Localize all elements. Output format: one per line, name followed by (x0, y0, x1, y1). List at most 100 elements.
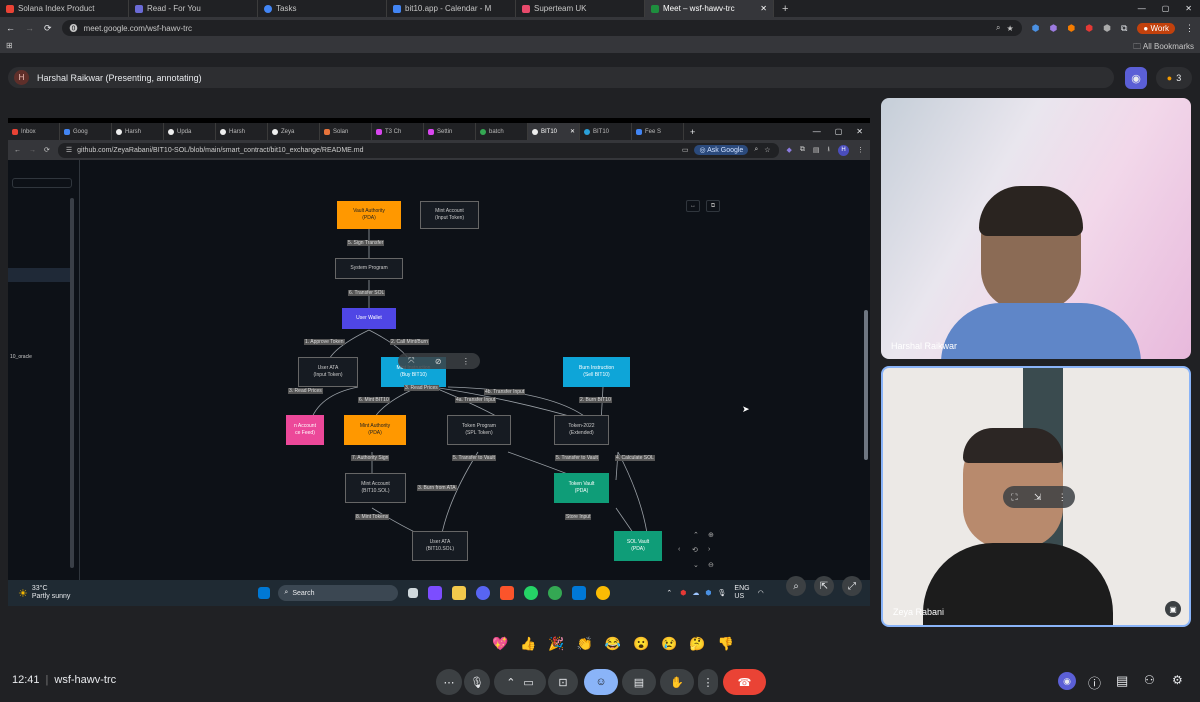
browser-tab[interactable]: Solana Index Product (0, 0, 129, 17)
zoom-in-button[interactable]: ⌕ (786, 576, 806, 596)
reaction-thinking[interactable]: 🤔 (689, 636, 705, 656)
reload-icon: ⟳ (44, 147, 50, 154)
reaction-clap[interactable]: 👏 (577, 636, 593, 656)
shared-screen: Inbox Goog Harsh Upda Harsh Zeya Solan T… (8, 118, 870, 606)
extension-icon[interactable]: ⬢ (1067, 23, 1075, 34)
weather-widget: 33°C Partly sunny (31, 585, 71, 600)
shared-tab: Harsh (112, 123, 164, 140)
meeting-details-icon[interactable]: ⓘ (1088, 673, 1101, 692)
video-options-button[interactable]: ⌃ ▭ (494, 669, 546, 695)
file-tree-sidebar: 10_oracle (8, 160, 80, 580)
github-icon (168, 128, 174, 135)
back-icon[interactable]: ← (6, 23, 15, 33)
maximize-window-icon[interactable]: ▢ (1154, 4, 1178, 13)
captions-button[interactable]: ▤ (622, 669, 656, 695)
fullscreen-button[interactable]: ⤢ (842, 576, 862, 596)
pop-out-button[interactable]: ⇱ (814, 576, 834, 596)
forward-icon[interactable]: → (25, 23, 34, 33)
pip-icon[interactable]: ▣ (1165, 601, 1181, 617)
site-info-icon[interactable]: ⓿ (70, 23, 78, 34)
reading-list-icon: ▤ (812, 147, 820, 154)
node-system-program: System Program (335, 258, 403, 279)
more-menu-icon[interactable]: ⋮ (1185, 23, 1194, 34)
reaction-thumbs-down[interactable]: 👎 (718, 636, 734, 656)
reaction-surprised[interactable]: 😮 (633, 636, 649, 656)
edge-label: 5. Transfer to Vault (555, 455, 599, 461)
edge-label: 2. Burn BIT10 (579, 397, 612, 403)
extension-icon: ◆ (786, 147, 792, 154)
more-options-button[interactable]: ⋮ (698, 669, 718, 695)
browser-tab[interactable]: bit10.app - Calendar - M (387, 0, 516, 17)
solana-icon (324, 128, 330, 135)
edge-label: 5. Sign Transfer (347, 240, 385, 246)
close-tab-icon[interactable]: ✕ (760, 4, 767, 13)
vscode-icon (572, 586, 587, 600)
reactions-button[interactable]: ☺ (584, 669, 618, 695)
people-icon[interactable]: ⚇ (1144, 673, 1155, 687)
ask-google-button: ◎ Ask Google (694, 145, 749, 155)
meet-companion-icon[interactable]: ◉ (1125, 67, 1147, 89)
minimize-window-icon[interactable]: — (1130, 4, 1154, 13)
shared-tab: Fee S (632, 123, 684, 140)
participants-button[interactable]: ● 3 (1156, 67, 1192, 89)
new-tab-button[interactable]: + (774, 3, 796, 15)
address-bar[interactable]: ⓿ meet.google.com/wsf-hawv-trc ⌕ ★ (61, 20, 1022, 36)
apps-grid-icon[interactable]: ⊞ (6, 41, 13, 50)
avatar: H (14, 70, 29, 85)
zoom-icon[interactable]: ⌕ (996, 23, 1000, 33)
activities-icon[interactable]: ⚙ (1172, 673, 1183, 687)
more-reactions-button[interactable]: ⋯ (436, 669, 462, 695)
participant-tile[interactable]: ⛶ ⇲ ⋮ Zeya Rabani ▣ (881, 366, 1191, 627)
reaction-laugh[interactable]: 😂 (605, 636, 621, 656)
participant-tile[interactable]: Harshal Raikwar (881, 98, 1191, 359)
superteam-icon (522, 4, 530, 13)
browser-tab[interactable]: Superteam UK (516, 0, 645, 17)
edge-label: 1. Approve Token (304, 339, 345, 345)
all-bookmarks-button[interactable]: 🗀 All Bookmarks (1133, 41, 1194, 55)
bookmark-star-icon[interactable]: ★ (1007, 24, 1014, 33)
extension-icon[interactable]: ⬢ (1032, 23, 1040, 34)
present-button[interactable]: ⊡ (548, 669, 578, 695)
copilot-icon (428, 586, 443, 600)
reaction-sad[interactable]: 😢 (661, 636, 677, 656)
close-window-icon[interactable]: ✕ (1177, 4, 1200, 13)
mouse-cursor-icon: ➤ (742, 404, 750, 414)
zoom-out-icon: ⊖ (708, 562, 714, 569)
browser-tab-active[interactable]: Meet – wsf-hawv-trc ✕ (645, 0, 774, 17)
close-window-icon: ✕ (856, 127, 863, 136)
edge-label: 4a. Transfer Input (455, 397, 497, 403)
extension-icon[interactable]: ⬢ (1085, 23, 1093, 34)
leave-call-button[interactable]: ☎ (723, 669, 766, 695)
reload-icon[interactable]: ⟳ (44, 23, 52, 34)
edge-label: 3. Read Prices (404, 385, 439, 391)
extension-icon[interactable]: ⬢ (1103, 23, 1111, 34)
chat-icon[interactable]: ▤ (1116, 673, 1128, 689)
github-icon (532, 128, 538, 135)
shared-tab: Zeya (268, 123, 320, 140)
browser-tab[interactable]: Tasks (258, 0, 387, 17)
extension-icon[interactable]: ⬢ (1050, 23, 1058, 34)
node-mint-authority: Mint Authority (PDA) (344, 415, 406, 445)
raise-hand-button[interactable]: ✋ (660, 669, 694, 695)
microphone-button[interactable]: 🎙 (464, 669, 490, 695)
github-icon (272, 128, 278, 135)
reaction-party[interactable]: 🎉 (548, 636, 564, 656)
expand-diagram-icon: ↔ (686, 200, 700, 212)
github-icon (220, 128, 226, 135)
edge-label: 6. Transfer SOL (348, 290, 386, 296)
more-options-icon[interactable]: ⋮ (1058, 492, 1067, 503)
reaction-heart[interactable]: 💖 (492, 636, 508, 656)
frame-icon[interactable]: ⛶ (1011, 492, 1017, 503)
chrome-icon (480, 128, 486, 135)
shared-tab: Goog (60, 123, 112, 140)
emoji-icon: ☺ (595, 676, 607, 688)
meet-companion-icon[interactable]: ◉ (1058, 672, 1076, 690)
task-view-icon (408, 588, 419, 598)
bookmark-star-icon: ☆ (764, 147, 771, 154)
reaction-thumbs-up[interactable]: 👍 (520, 636, 536, 656)
extensions-puzzle-icon[interactable]: ⧉ (1121, 23, 1127, 34)
pin-icon[interactable]: ⇲ (1034, 492, 1042, 503)
browser-tab[interactable]: Read - For You (129, 0, 258, 17)
profile-button[interactable]: ● Work (1137, 22, 1175, 34)
more-vert-icon: ⋮ (702, 676, 714, 689)
